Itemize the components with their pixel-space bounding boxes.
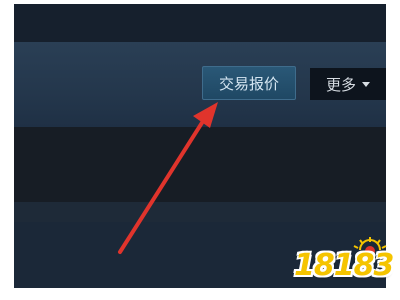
screenshot-frame: 交易报价 更多 18183 <box>0 0 400 300</box>
content-area <box>14 127 386 202</box>
trade-offer-label: 交易报价 <box>218 74 279 93</box>
watermark-text: 18183 <box>294 248 394 283</box>
chevron-down-icon <box>362 81 370 87</box>
divider-band <box>14 202 386 222</box>
more-dropdown-button[interactable]: 更多 <box>310 68 386 100</box>
top-bar <box>14 4 386 42</box>
trade-offer-button[interactable]: 交易报价 <box>202 66 296 100</box>
site-logo-watermark: 18183 <box>290 236 394 294</box>
more-label: 更多 <box>325 75 356 94</box>
